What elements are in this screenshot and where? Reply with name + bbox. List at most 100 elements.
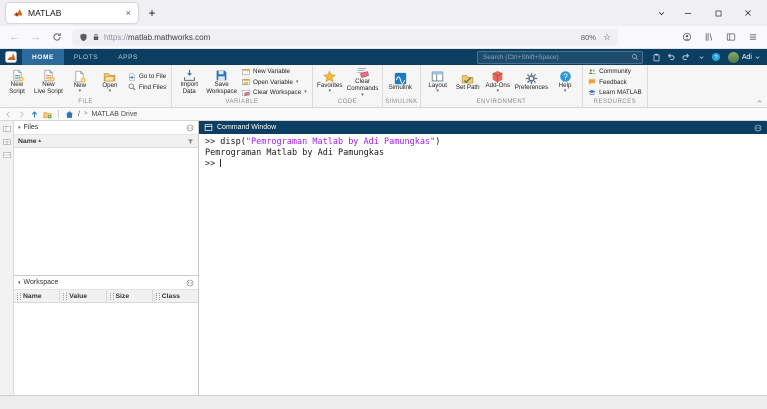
quick-access-chevron-icon[interactable] [695,51,708,64]
bookmark-star-icon[interactable]: ☆ [603,32,611,43]
dropdown-arrow-icon: ▾ [496,89,499,94]
search-box[interactable] [477,51,643,64]
tab-title: MATLAB [28,8,121,18]
new-live-script-button[interactable]: New Live Script [32,69,65,95]
dock-panel-icon[interactable] [3,151,11,159]
workspace-panel-menu-icon[interactable] [186,279,194,287]
breadcrumb-root[interactable]: / [78,111,80,118]
new-variable-button[interactable]: New Variable [242,68,307,76]
back-button[interactable]: ← [5,29,24,46]
tab-close-icon[interactable]: × [126,9,131,18]
files-panel-menu-icon[interactable] [186,124,194,132]
workspace-variables-list[interactable] [14,303,198,395]
zoom-indicator[interactable]: 80% [581,33,596,42]
go-to-file-button[interactable]: Go to File [128,73,166,81]
files-panel-title: Files [24,124,39,131]
open-variable-label: Open Variable [253,79,293,86]
tab-plots[interactable]: PLOTS [64,49,108,65]
navigate-back-icon[interactable] [4,110,13,119]
sort-ascending-icon: ▴ [39,138,42,144]
feedback-label: Feedback [599,79,627,86]
help-icon[interactable]: ? [710,51,723,64]
matlab-drive-home-icon[interactable] [65,110,74,119]
open-button[interactable]: Open ▾ [95,70,125,95]
layout-button[interactable]: Layout ▾ [423,70,453,95]
up-one-level-icon[interactable] [30,110,39,119]
new-folder-icon[interactable] [43,110,52,119]
library-icon[interactable] [699,29,718,46]
help-button[interactable]: ? Help ▾ [550,70,580,95]
favorites-star-icon [323,70,336,83]
command-window-menu-icon[interactable] [754,124,762,132]
minimize-button[interactable] [673,0,703,26]
new-tab-button[interactable]: + [142,3,162,23]
workspace-column-name[interactable]: Name [14,290,60,302]
new-button[interactable]: New ▾ [65,70,95,95]
import-data-button[interactable]: Import Data [174,69,204,95]
dropdown-arrow-icon: ▾ [436,89,439,94]
workspace-column-class[interactable]: Class [153,290,198,302]
ribbon-section-environment: Layout ▾ Set Path Add-Ons ▾ Preferences [421,65,583,107]
tab-overflow-chevron-icon[interactable] [649,3,673,23]
tab-home[interactable]: HOME [22,49,64,65]
menu-icon[interactable] [743,29,762,46]
tracking-shield-icon[interactable] [79,33,88,42]
redo-icon[interactable] [680,51,693,64]
set-path-button[interactable]: Set Path [453,72,483,92]
community-button[interactable]: Community [588,68,642,76]
learn-matlab-button[interactable]: Learn MATLAB [588,89,642,97]
clipboard-icon[interactable] [650,51,663,64]
open-variable-button[interactable]: Open Variable ▾ [242,78,307,86]
save-workspace-button[interactable]: Save Workspace [204,69,239,95]
new-file-icon [73,70,86,83]
search-input[interactable] [481,53,631,62]
command-prompt-line[interactable]: >> [205,159,761,170]
breadcrumb-current[interactable]: MATLAB Drive [91,111,137,118]
address-bar[interactable]: https://matlab.mathworks.com 80% ☆ [72,29,618,46]
user-avatar[interactable] [728,52,739,63]
collapse-workspace-panel-icon[interactable]: ▾ [18,280,21,286]
collapse-ribbon-icon[interactable] [756,98,763,105]
files-column-name[interactable]: Name [18,138,37,145]
undo-icon[interactable] [665,51,678,64]
svg-text:?: ? [715,55,718,61]
command-window-icon [204,123,213,132]
find-files-button[interactable]: Find Files [128,83,166,91]
forward-button[interactable]: → [26,29,45,46]
clear-workspace-button[interactable]: Clear Workspace ▾ [242,89,307,97]
user-menu-chevron-icon[interactable] [754,54,761,61]
ribbon-section-code: Favorites ▾ Clear Commands ▾ CODE [313,65,384,107]
url-text: https://matlab.mathworks.com [104,33,210,42]
clear-commands-button[interactable]: Clear Commands ▾ [345,66,381,97]
lock-icon[interactable] [92,33,100,41]
preferences-button[interactable]: Preferences [513,72,550,92]
matlab-logo-icon[interactable] [5,51,17,63]
command-window-body[interactable]: >>disp("Pemrograman Matlab by Adi Pamung… [199,134,767,395]
dock-panel-icon[interactable] [3,125,11,133]
sidebar-icon[interactable] [721,29,740,46]
simulink-button[interactable]: Simulink [385,72,415,92]
new-script-button[interactable]: New Script [2,69,32,95]
browser-tab-matlab[interactable]: MATLAB × [6,3,138,23]
tab-apps[interactable]: APPS [108,49,148,65]
help-question-icon: ? [559,70,572,83]
collapse-files-panel-icon[interactable]: ▾ [18,125,21,131]
favorites-button[interactable]: Favorites ▾ [315,70,345,95]
workspace-column-size[interactable]: Size [107,290,153,302]
add-ons-button[interactable]: Add-Ons ▾ [483,70,513,95]
learn-matlab-icon [588,89,596,97]
feedback-button[interactable]: Feedback [588,78,642,86]
reload-button[interactable] [47,29,66,46]
files-list[interactable] [14,148,198,275]
import-data-label: Import Data [180,82,198,95]
command-window-titlebar: Command Window [199,121,767,134]
close-window-button[interactable] [733,0,763,26]
open-folder-icon [103,70,116,83]
account-icon[interactable] [677,29,696,46]
user-name[interactable]: Adi [742,54,752,61]
maximize-button[interactable] [703,0,733,26]
dock-panel-icon[interactable] [3,138,11,146]
workspace-column-value[interactable]: Value [60,290,106,302]
filter-icon[interactable] [187,138,194,145]
navigate-forward-icon[interactable] [17,110,26,119]
